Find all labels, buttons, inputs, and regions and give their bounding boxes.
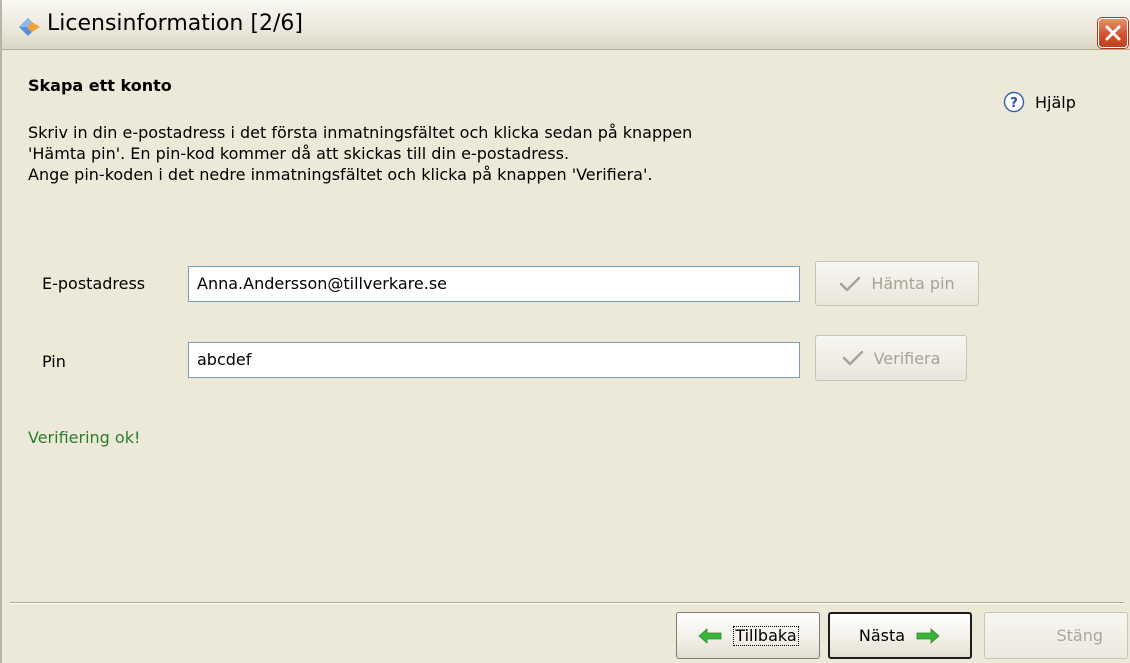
get-pin-button[interactable]: Hämta pin — [815, 261, 979, 306]
svg-text:?: ? — [1010, 96, 1018, 111]
email-field[interactable]: Anna.Andersson@tillverkare.se — [188, 266, 800, 302]
instructions-text: Skriv in din e-postadress i det första i… — [28, 122, 692, 185]
arrow-left-icon — [698, 627, 722, 644]
pin-label: Pin — [42, 352, 66, 371]
close-icon — [1105, 25, 1121, 41]
pin-field[interactable]: abcdef — [188, 342, 800, 378]
diamond-arrow-icon — [19, 18, 40, 36]
instructions-line-1: Skriv in din e-postadress i det första i… — [28, 123, 693, 142]
license-wizard-window: Licensinformation [2/6] Skapa ett konto … — [0, 0, 1130, 663]
help-label: Hjälp — [1035, 92, 1076, 112]
email-label: E-postadress — [42, 274, 146, 293]
back-label: Tillbaka — [733, 625, 799, 646]
status-message: Verifiering ok! — [28, 428, 141, 447]
help-link[interactable]: ? Hjälp — [1003, 90, 1076, 114]
next-label: Nästa — [858, 626, 906, 645]
instructions-line-3: Ange pin-koden i det nedre inmatningsfäl… — [28, 165, 653, 184]
next-button[interactable]: Nästa — [828, 612, 972, 659]
instructions-line-2: 'Hämta pin'. En pin-kod kommer då att sk… — [28, 144, 570, 163]
verify-button[interactable]: Verifiera — [815, 335, 967, 381]
arrow-right-icon — [916, 627, 940, 644]
checkmark-icon — [840, 276, 861, 291]
checkmark-icon — [842, 350, 863, 366]
verify-label: Verifiera — [873, 348, 941, 368]
window-title: Licensinformation [2/6] — [47, 11, 303, 36]
close-window-button[interactable] — [1098, 18, 1128, 48]
footer-divider — [10, 602, 1124, 604]
back-button[interactable]: Tillbaka — [676, 612, 820, 659]
page-heading: Skapa ett konto — [28, 76, 172, 95]
get-pin-label: Hämta pin — [871, 274, 955, 293]
close-button[interactable]: Stäng — [984, 612, 1128, 659]
title-bar: Licensinformation [2/6] — [2, 0, 1130, 50]
close-label: Stäng — [1056, 626, 1103, 645]
question-mark-icon: ? — [1003, 91, 1025, 113]
